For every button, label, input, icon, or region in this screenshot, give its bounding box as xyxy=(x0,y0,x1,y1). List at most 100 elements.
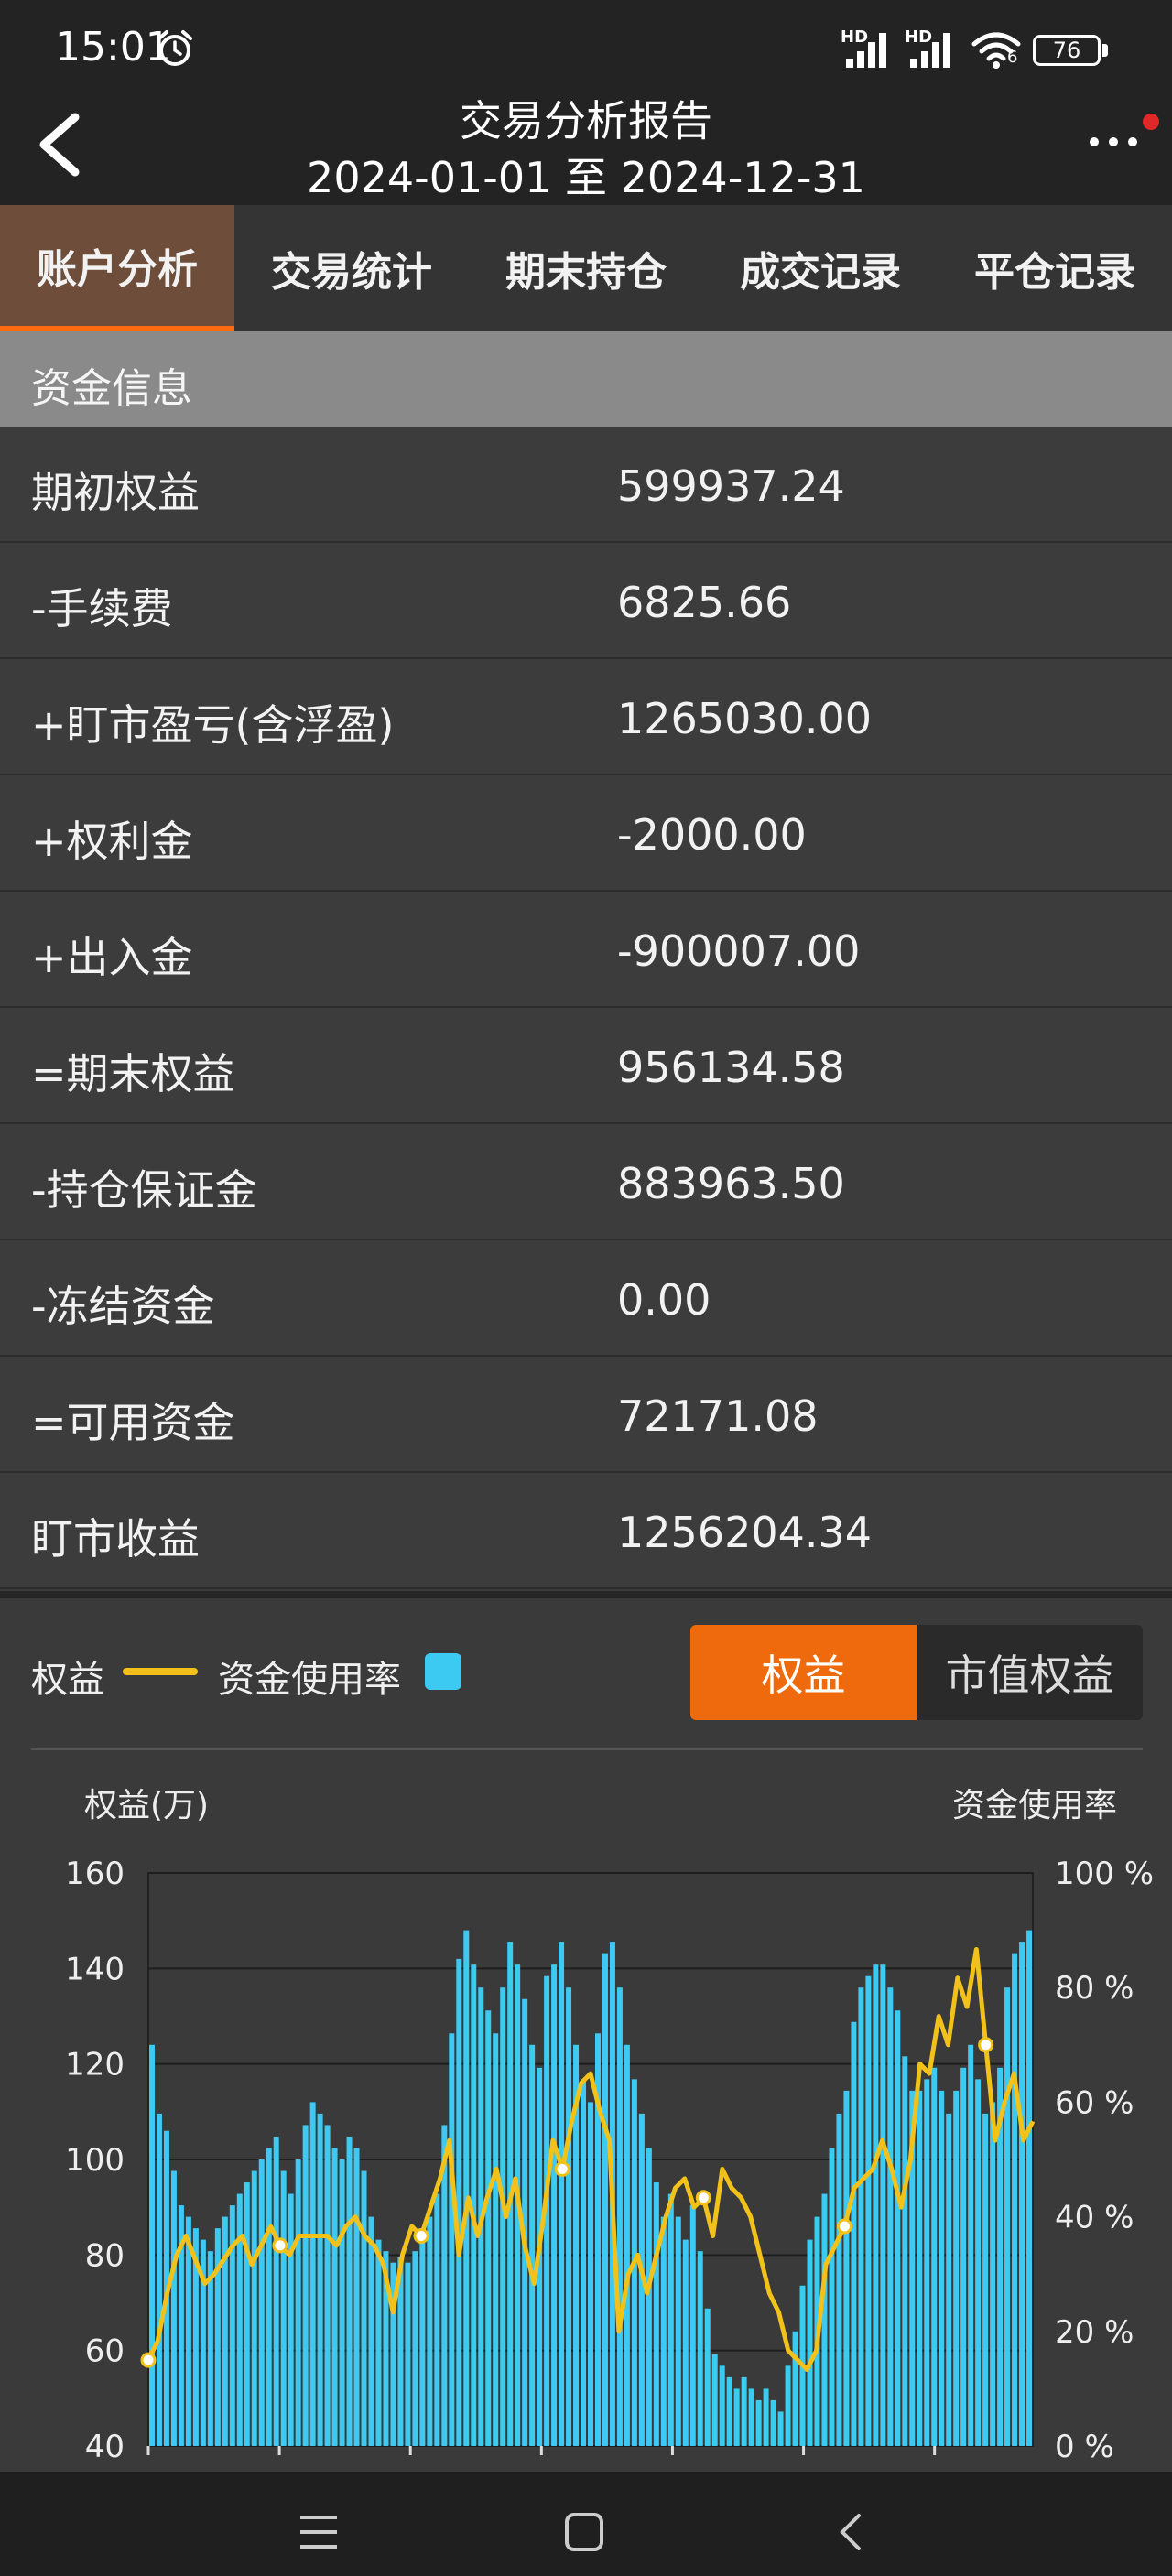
equity-point xyxy=(554,2160,570,2177)
usage-bar xyxy=(449,2033,455,2446)
tab-account-analysis[interactable]: 账户分析 xyxy=(0,205,234,331)
usage-bar xyxy=(719,2365,725,2446)
row-value: 72171.08 xyxy=(617,1391,819,1441)
y-tick-right: 80 % xyxy=(1055,1970,1134,2007)
usage-bar xyxy=(149,2044,155,2446)
list-item: =期末权益 956134.58 xyxy=(0,1008,1172,1124)
usage-bar xyxy=(770,2399,776,2446)
usage-bar xyxy=(953,2090,960,2446)
row-value: 6825.66 xyxy=(617,578,792,627)
usage-bar xyxy=(317,2113,323,2446)
recent-apps-icon[interactable] xyxy=(298,2514,339,2550)
tab-bar: 账户分析 交易统计 期末持仓 成交记录 平仓记录 xyxy=(0,205,1172,331)
row-label: -持仓保证金 xyxy=(31,1165,257,1215)
list-item: 期初权益 599937.24 xyxy=(0,427,1172,543)
row-value: 956134.58 xyxy=(617,1043,845,1092)
usage-bar xyxy=(1004,1987,1011,2446)
usage-bar xyxy=(244,2182,250,2446)
alarm-icon xyxy=(157,30,192,66)
usage-bar xyxy=(419,2239,426,2446)
usage-bar xyxy=(375,2239,382,2446)
usage-bar xyxy=(1012,1953,1018,2446)
usage-bar xyxy=(602,1953,608,2446)
equity-point xyxy=(978,2037,994,2053)
usage-bar xyxy=(887,1987,894,2446)
usage-bar xyxy=(682,2239,689,2446)
usage-bar xyxy=(960,2067,967,2446)
usage-bar xyxy=(434,2193,440,2446)
row-value: 1265030.00 xyxy=(617,694,873,743)
usage-bar xyxy=(902,2056,908,2446)
row-label: -冻结资金 xyxy=(31,1282,215,1331)
usage-bar xyxy=(339,2159,345,2446)
usage-bar xyxy=(616,1987,623,2446)
row-label: 期初权益 xyxy=(31,468,200,517)
y-tick-left: 80 xyxy=(85,2237,125,2274)
usage-bar xyxy=(302,2125,309,2446)
usage-bar xyxy=(733,2388,740,2446)
usage-bar xyxy=(280,2170,287,2446)
tab-close-records[interactable]: 平仓记录 xyxy=(938,205,1172,331)
row-label: +盯市盈亏(含浮盈) xyxy=(31,700,395,750)
toggle-equity-button[interactable]: 权益 xyxy=(690,1625,917,1720)
wifi-badge: 6 xyxy=(1007,48,1018,67)
usage-bar xyxy=(266,2148,272,2446)
cellular-signal-icon xyxy=(846,33,886,68)
usage-bar xyxy=(697,2251,703,2446)
tab-ending-positions[interactable]: 期末持仓 xyxy=(469,205,703,331)
usage-bar xyxy=(529,2044,536,2446)
usage-bar xyxy=(829,2148,835,2446)
usage-bar xyxy=(295,2159,301,2446)
row-label: +权利金 xyxy=(31,817,193,866)
usage-bar xyxy=(258,2159,265,2446)
usage-bar xyxy=(493,2033,499,2446)
row-label: -手续费 xyxy=(31,584,173,633)
equity-point xyxy=(272,2237,288,2254)
row-value: 599937.24 xyxy=(617,461,845,511)
usage-bar xyxy=(982,2113,989,2446)
usage-bar xyxy=(309,2102,316,2446)
usage-bar xyxy=(456,1958,462,2446)
usage-bar xyxy=(353,2148,360,2446)
usage-bar xyxy=(726,2376,732,2446)
tab-trade-statistics[interactable]: 交易统计 xyxy=(234,205,469,331)
usage-bar xyxy=(821,2193,828,2446)
more-options-icon[interactable] xyxy=(1088,135,1139,148)
usage-bar xyxy=(368,2216,374,2446)
row-value: 0.00 xyxy=(617,1275,711,1325)
usage-bar xyxy=(667,2193,674,2446)
home-icon[interactable] xyxy=(564,2512,604,2552)
tab-fill-records[interactable]: 成交记录 xyxy=(703,205,938,331)
usage-bar xyxy=(288,2193,294,2446)
usage-bar xyxy=(675,2216,681,2446)
usage-bar xyxy=(990,2102,996,2446)
usage-bar xyxy=(412,2251,418,2446)
battery-tip xyxy=(1102,44,1108,57)
usage-bar xyxy=(807,2239,813,2446)
list-item: +出入金 -900007.00 xyxy=(0,892,1172,1008)
usage-bar xyxy=(427,2216,433,2446)
y-tick-left: 40 xyxy=(85,2429,125,2465)
usage-bar xyxy=(324,2125,331,2446)
y-axis-label-right: 资金使用率 xyxy=(952,1787,1117,1824)
usage-bar xyxy=(646,2148,652,2446)
usage-bar xyxy=(581,2079,587,2446)
usage-bar xyxy=(880,1964,886,2446)
system-back-icon[interactable] xyxy=(837,2512,864,2552)
usage-bar xyxy=(917,2090,923,2446)
y-tick-left: 160 xyxy=(65,1856,125,1892)
usage-bar xyxy=(741,2376,747,2446)
usage-bar xyxy=(931,2067,938,2446)
usage-bar xyxy=(689,2205,696,2446)
list-item: -冻结资金 0.00 xyxy=(0,1240,1172,1357)
row-value: 883963.50 xyxy=(617,1159,845,1208)
usage-bar xyxy=(843,2090,850,2446)
usage-bar xyxy=(711,2354,718,2446)
equity-point xyxy=(140,2352,157,2368)
usage-bar xyxy=(463,1930,470,2446)
row-label: 盯市收益 xyxy=(31,1514,200,1564)
y-tick-right: 40 % xyxy=(1055,2200,1134,2236)
toggle-market-equity-button[interactable]: 市值权益 xyxy=(917,1625,1143,1720)
section-divider xyxy=(0,1591,1172,1598)
fund-info-list: 期初权益 599937.24 -手续费 6825.66 +盯市盈亏(含浮盈) 1265… xyxy=(0,427,1172,1589)
